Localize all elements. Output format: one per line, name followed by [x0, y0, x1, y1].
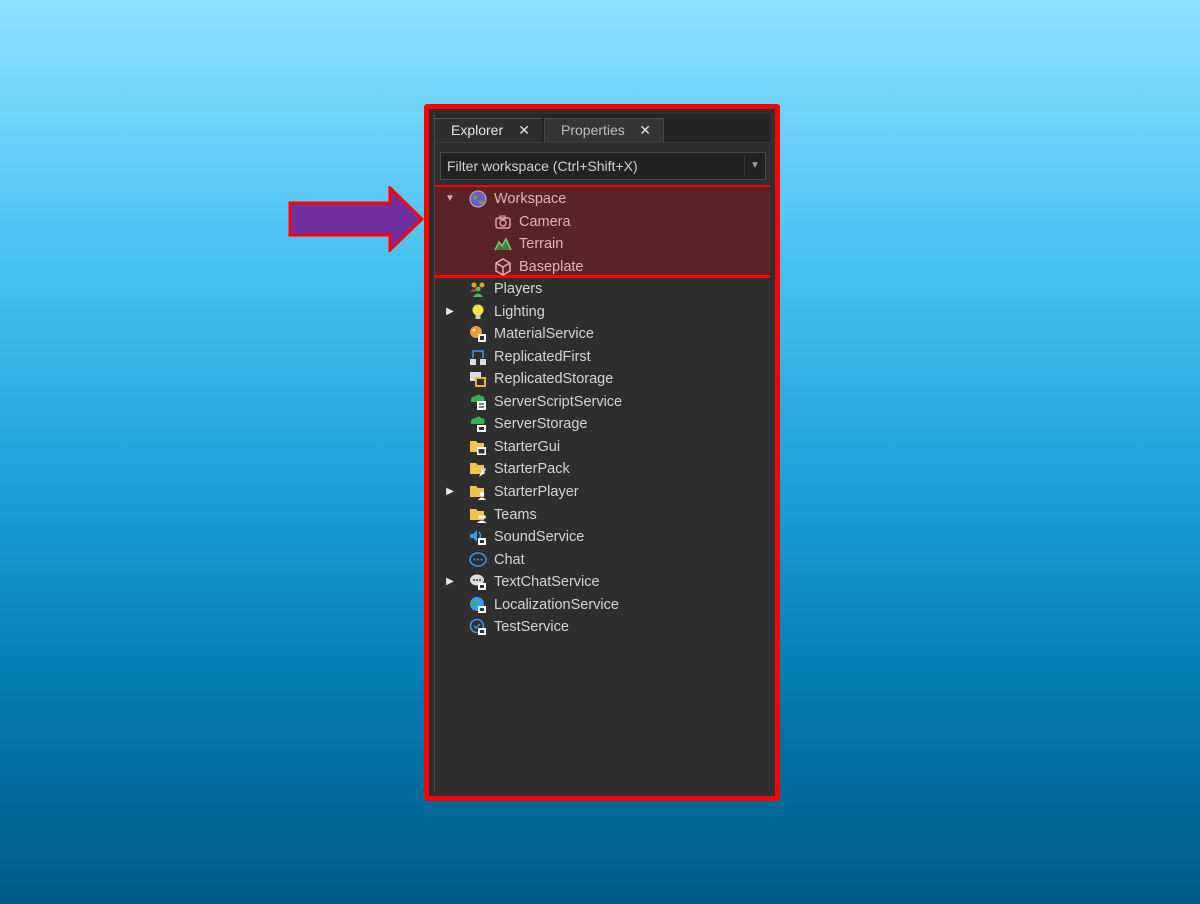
tree-item-players[interactable]: Players [435, 278, 770, 300]
tree-item-label: ReplicatedStorage [494, 371, 614, 387]
tree-item-label: ReplicatedFirst [494, 349, 591, 365]
tree-item-textchatservice[interactable]: ▶ TextChatService [435, 571, 770, 593]
chat-icon [469, 552, 487, 567]
text-chat-service-icon [470, 574, 486, 590]
tree-item-soundservice[interactable]: SoundService [435, 526, 770, 548]
tree-item-label: ServerStorage [494, 416, 588, 432]
tree-item-label: Camera [519, 214, 571, 230]
tree-item-startergui[interactable]: StarterGui [435, 436, 770, 458]
filter-placeholder: Filter workspace (Ctrl+Shift+X) [447, 158, 638, 174]
lightbulb-icon [472, 304, 484, 319]
explorer-panel: Explorer ✕ Properties ✕ Filter workspace… [434, 114, 770, 791]
tree-item-replicatedstorage[interactable]: ReplicatedStorage [435, 368, 770, 390]
teams-icon [470, 509, 487, 523]
tree-item-label: StarterPack [494, 461, 570, 477]
globe-icon [469, 190, 487, 208]
expand-arrow-icon[interactable]: ▶ [444, 301, 456, 323]
tree-item-label: Lighting [494, 304, 545, 320]
tree-item-label: Terrain [519, 236, 564, 252]
tree-item-replicatedfirst[interactable]: ReplicatedFirst [435, 346, 770, 368]
tree-item-lighting[interactable]: ▶ Lighting [435, 301, 770, 323]
starter-pack-icon [470, 463, 486, 477]
sound-service-icon [470, 530, 486, 545]
tree-item-starterplayer[interactable]: ▶ StarterPlayer [435, 481, 770, 503]
camera-icon [495, 215, 511, 229]
tab-explorer[interactable]: Explorer ✕ [435, 118, 542, 142]
tree-item-label: Baseplate [519, 259, 584, 275]
tree-item-label: TextChatService [494, 574, 600, 590]
replicated-storage-icon [470, 372, 486, 387]
tab-properties-label: Properties [561, 122, 625, 138]
tree-item-teams[interactable]: Teams [435, 504, 770, 526]
filter-workspace-input[interactable]: Filter workspace (Ctrl+Shift+X) ▼ [440, 152, 766, 180]
test-service-icon [469, 618, 486, 635]
tree-item-label: LocalizationService [494, 597, 619, 613]
tree-item-materialservice[interactable]: MaterialService [435, 323, 770, 345]
tree-item-workspace[interactable]: ▼ Workspace [435, 188, 770, 210]
tree-item-label: Workspace [494, 191, 567, 207]
starter-player-icon [470, 486, 486, 500]
tree-item-serverstorage[interactable]: ServerStorage [435, 413, 770, 435]
tree-item-label: StarterGui [494, 439, 561, 455]
expand-arrow-icon[interactable]: ▼ [444, 188, 456, 210]
tree-item-label: StarterPlayer [494, 484, 579, 500]
tree-item-label: Teams [494, 507, 537, 523]
server-script-service-icon [470, 394, 486, 410]
material-service-icon [470, 326, 486, 342]
tree-item-label: Chat [494, 552, 525, 568]
close-icon[interactable]: ✕ [518, 119, 530, 141]
tab-properties[interactable]: Properties ✕ [544, 118, 664, 142]
tree-item-camera[interactable]: Camera [435, 211, 770, 233]
tree-item-starterpack[interactable]: StarterPack [435, 458, 770, 480]
starter-gui-icon [470, 441, 486, 455]
chevron-down-icon[interactable]: ▼ [744, 156, 765, 176]
server-storage-icon [470, 416, 486, 432]
tree-item-terrain[interactable]: Terrain [435, 233, 770, 255]
expand-arrow-icon[interactable]: ▶ [444, 481, 456, 503]
part-cube-icon [495, 258, 511, 276]
tree-item-label: Players [494, 281, 543, 297]
tree-item-label: MaterialService [494, 326, 594, 342]
localization-service-icon [470, 597, 486, 613]
tree-item-label: TestService [494, 619, 569, 635]
tree-item-label: SoundService [494, 529, 585, 545]
tree-item-chat[interactable]: Chat [435, 549, 770, 571]
close-icon[interactable]: ✕ [639, 119, 651, 141]
replicated-first-icon [470, 350, 486, 365]
tab-explorer-label: Explorer [451, 122, 504, 138]
tree-item-testservice[interactable]: TestService [435, 616, 770, 638]
tree-item-label: ServerScriptService [494, 394, 623, 410]
terrain-icon [494, 237, 512, 251]
players-icon [470, 282, 485, 297]
tree-item-baseplate[interactable]: Baseplate [435, 256, 770, 278]
tab-bar: Explorer ✕ Properties ✕ [435, 114, 770, 143]
expand-arrow-icon[interactable]: ▶ [444, 571, 456, 593]
highlight-frame: Explorer ✕ Properties ✕ Filter workspace… [424, 104, 780, 801]
pointer-arrow [288, 186, 425, 252]
tree-item-localizationservice[interactable]: LocalizationService [435, 594, 770, 616]
tree-item-serverscriptservice[interactable]: ServerScriptService [435, 391, 770, 413]
